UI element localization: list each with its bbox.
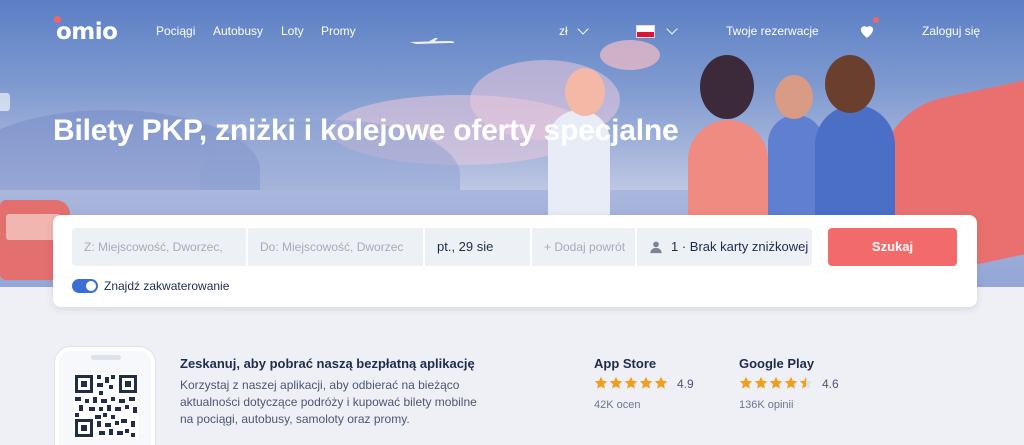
- app-store-rating: 4.9: [677, 377, 694, 391]
- search-form: Z: Miejscowość, Dworzec, Do: Miejscowość…: [53, 215, 977, 307]
- side-feedback-tab[interactable]: [0, 93, 10, 111]
- google-play-name[interactable]: Google Play: [739, 356, 814, 371]
- app-store-name[interactable]: App Store: [594, 356, 656, 371]
- hero-person-head: [700, 55, 754, 119]
- person-icon: [650, 241, 662, 254]
- accommodation-toggle[interactable]: [72, 279, 98, 293]
- search-button[interactable]: Szukaj: [828, 228, 957, 266]
- chevron-down-icon[interactable]: [577, 23, 589, 35]
- passengers-label: 1 · Brak karty zniżkowej: [671, 239, 809, 254]
- nav-link-flights[interactable]: Loty: [281, 24, 304, 38]
- app-promo-text: Korzystaj z naszej aplikacji, aby odbier…: [180, 378, 477, 426]
- departure-date-field[interactable]: pt., 29 sie: [425, 228, 530, 266]
- notification-dot: [873, 17, 879, 23]
- airplane-icon: [410, 38, 455, 44]
- hero-person-head: [825, 55, 875, 113]
- chevron-down-icon[interactable]: [666, 23, 678, 35]
- google-play-stars: [739, 376, 814, 395]
- polish-flag-icon[interactable]: [636, 25, 655, 38]
- hero-person-head: [565, 68, 605, 116]
- reservations-link[interactable]: Twoje rezerwacje: [726, 24, 819, 38]
- star-icon: [639, 376, 653, 389]
- passengers-field[interactable]: 1 · Brak karty zniżkowej: [637, 228, 812, 266]
- login-link[interactable]: Zaloguj się: [922, 24, 980, 38]
- nav-link-ferries[interactable]: Promy: [321, 24, 356, 38]
- return-date-field[interactable]: + Dodaj powrót: [532, 228, 635, 266]
- page-title: Bilety PKP, zniżki i kolejowe oferty spe…: [53, 114, 679, 147]
- nav-link-buses[interactable]: Autobusy: [213, 24, 263, 38]
- accommodation-toggle-label: Znajdź zakwaterowanie: [104, 279, 230, 293]
- star-icon: [769, 376, 783, 389]
- star-half-icon: [799, 376, 813, 389]
- origin-input[interactable]: Z: Miejscowość, Dworzec,: [72, 228, 246, 266]
- star-icon: [754, 376, 768, 389]
- qr-code: [73, 373, 139, 439]
- app-promo-title: Zeskanuj, aby pobrać naszą bezpłatną apl…: [180, 356, 475, 371]
- app-store-reviews: 42K ocen: [594, 399, 641, 411]
- heart-icon[interactable]: [858, 22, 876, 40]
- currency-selector[interactable]: zł: [559, 24, 568, 38]
- nav-link-trains[interactable]: Pociągi: [156, 24, 195, 38]
- destination-input[interactable]: Do: Miejscowość, Dworzec: [248, 228, 423, 266]
- google-play-reviews: 136K opinii: [739, 399, 794, 411]
- star-icon: [594, 376, 608, 389]
- star-icon: [609, 376, 623, 389]
- hero-person-head: [775, 75, 813, 119]
- star-icon: [784, 376, 798, 389]
- star-icon: [624, 376, 638, 389]
- google-play-rating: 4.6: [822, 377, 839, 391]
- phone-illustration: [55, 347, 155, 445]
- star-icon: [654, 376, 668, 389]
- omio-logo[interactable]: omio: [56, 19, 118, 45]
- top-navigation: omio Pociągi Autobusy Loty Promy zł Twoj…: [0, 0, 1024, 62]
- star-icon: [739, 376, 753, 389]
- app-store-stars: [594, 376, 669, 395]
